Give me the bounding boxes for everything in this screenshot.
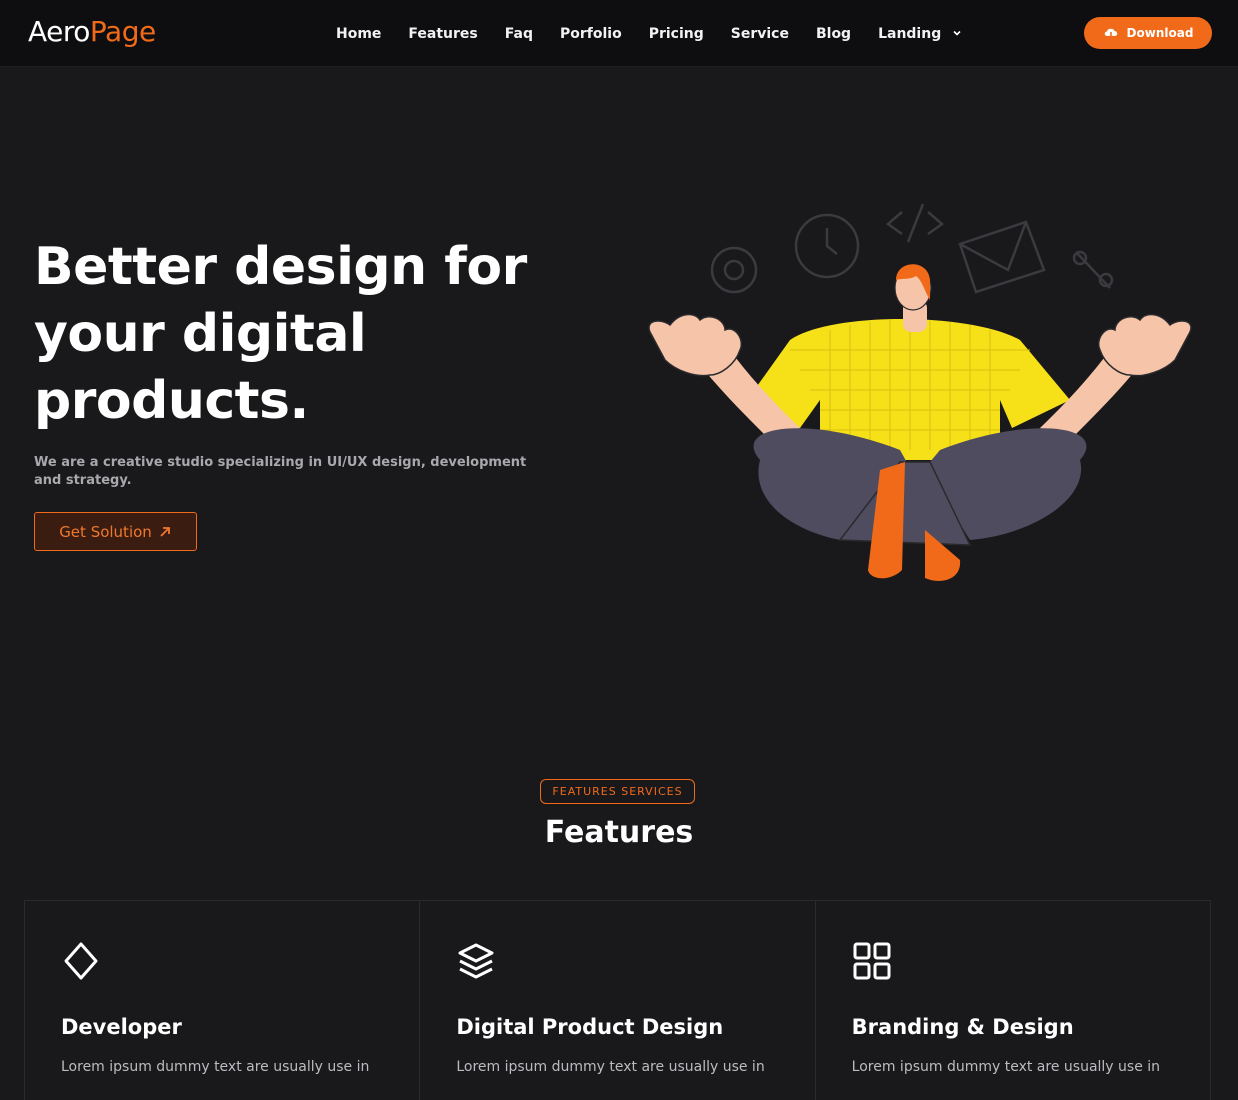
layers-icon: [458, 943, 494, 979]
hero-illustration: [648, 203, 1192, 581]
nav-landing[interactable]: Landing: [878, 24, 962, 44]
get-solution-button[interactable]: Get Solution: [34, 512, 197, 551]
feature-card-title: Digital Product Design: [456, 1015, 724, 1039]
download-button[interactable]: Download: [1084, 17, 1212, 49]
diamond-icon: [64, 942, 98, 980]
brand-logo-part1: Aero: [28, 15, 90, 48]
feature-card-title: Branding & Design: [851, 1015, 1074, 1039]
brand-logo-part2: Page: [89, 15, 156, 48]
feature-card[interactable]: Branding & Design Lorem ipsum dummy text…: [816, 901, 1210, 1100]
top-navbar: AeroPage Home Features Faq Porfolio Pric…: [0, 0, 1238, 67]
nav-features[interactable]: Features: [408, 24, 477, 44]
feature-card-text: Lorem ipsum dummy text are usually use i…: [851, 1059, 1161, 1075]
feature-card-text: Lorem ipsum dummy text are usually use i…: [456, 1059, 765, 1075]
brand-logo[interactable]: AeroPage: [28, 14, 156, 50]
nav-service[interactable]: Service: [731, 24, 789, 44]
nav-home[interactable]: Home: [336, 24, 381, 44]
feature-card-title: Developer: [61, 1015, 182, 1039]
hero-title: Better design for your digital products.: [34, 237, 527, 431]
grid-icon: [853, 942, 891, 980]
features-title: Features: [544, 815, 694, 850]
main-menu: Home Features Faq Porfolio Pricing Servi…: [336, 24, 962, 44]
feature-card-text: Lorem ipsum dummy text are usually use i…: [61, 1059, 370, 1075]
nav-portfolio[interactable]: Porfolio: [560, 24, 622, 44]
cloud-download-icon: [1104, 28, 1117, 40]
nav-blog[interactable]: Blog: [816, 24, 851, 44]
features-badge: FEATURES SERVICES: [540, 779, 695, 804]
hero-subtitle: We are a creative studio specializing in…: [34, 455, 527, 488]
feature-card[interactable]: Developer Lorem ipsum dummy text are usu…: [25, 901, 421, 1100]
features-cards: Developer Lorem ipsum dummy text are usu…: [24, 900, 1211, 1100]
features-badge-label: FEATURES SERVICES: [552, 785, 683, 798]
arrow-up-right-icon: [160, 526, 170, 537]
get-solution-label: Get Solution: [59, 522, 152, 541]
nav-faq[interactable]: Faq: [505, 24, 533, 44]
nav-pricing[interactable]: Pricing: [649, 24, 704, 44]
feature-card[interactable]: Digital Product Design Lorem ipsum dummy…: [420, 901, 816, 1100]
chevron-down-icon: [953, 30, 961, 36]
download-button-label: Download: [1126, 26, 1194, 40]
nav-landing-label: Landing: [878, 26, 942, 42]
